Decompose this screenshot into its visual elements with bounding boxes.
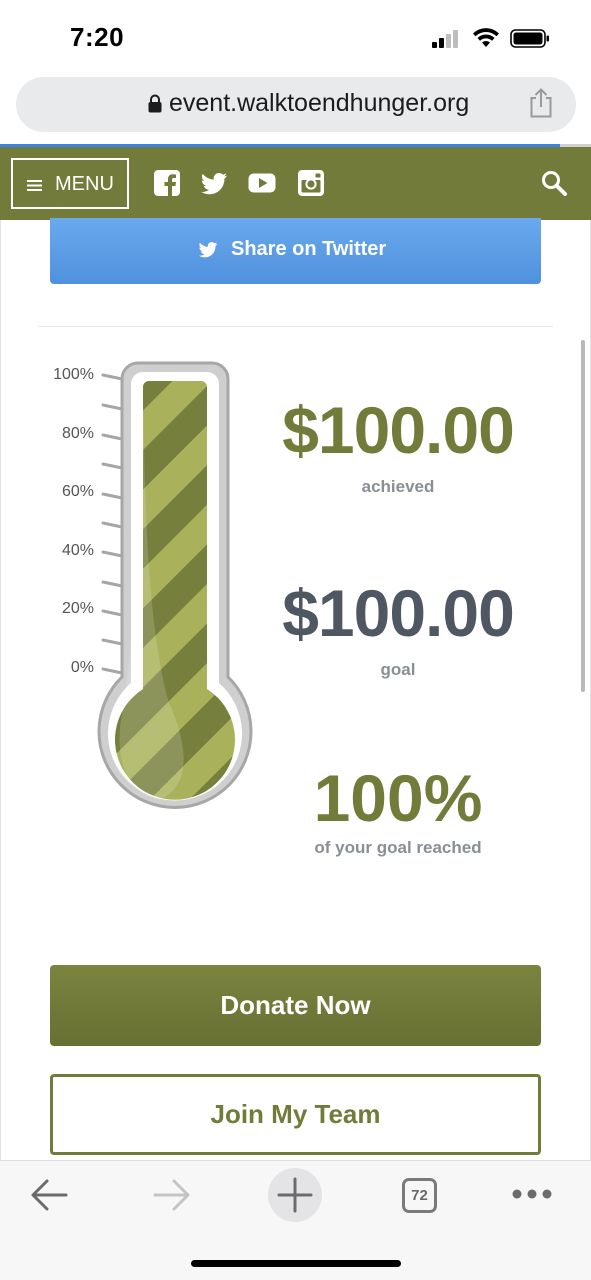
- share-on-twitter-label: Share on Twitter: [231, 238, 387, 260]
- twitter-bird-icon: [198, 242, 218, 258]
- tab-count-button[interactable]: 72: [402, 1178, 437, 1213]
- menu-button[interactable]: MENU: [11, 158, 129, 209]
- menu-label: MENU: [55, 173, 114, 195]
- goal-label: goal: [380, 660, 416, 679]
- site-header: MENU: [0, 147, 591, 220]
- cellular-signal-icon: [432, 30, 462, 48]
- wifi-icon: [473, 28, 499, 47]
- share-icon[interactable]: [528, 88, 554, 118]
- battery-icon: [510, 29, 549, 48]
- join-my-team-button[interactable]: Join My Team: [50, 1074, 541, 1155]
- url-text: event.walktoendhunger.org: [169, 89, 470, 117]
- youtube-icon[interactable]: [248, 169, 276, 197]
- scrollbar[interactable]: [581, 340, 585, 692]
- achieved-amount: $100.00: [282, 393, 515, 467]
- facebook-icon[interactable]: [153, 169, 181, 197]
- forward-arrow-icon[interactable]: [153, 1178, 191, 1212]
- lock-icon: [148, 94, 162, 113]
- goal-amount: $100.00: [282, 576, 515, 650]
- fundraising-thermometer: 100% 80% 60% 40% 20% 0%: [40, 355, 270, 825]
- hamburger-icon: [27, 180, 42, 191]
- address-bar[interactable]: event.walktoendhunger.org: [16, 77, 576, 132]
- share-on-twitter-button[interactable]: Share on Twitter: [50, 218, 541, 284]
- achieved-label: achieved: [361, 477, 435, 496]
- donate-now-button[interactable]: Donate Now: [50, 965, 541, 1046]
- instagram-icon[interactable]: [297, 169, 325, 197]
- goal-percent: 100%: [313, 761, 483, 835]
- status-time: 7:20: [70, 22, 125, 52]
- goal-percent-label: of your goal reached: [314, 838, 482, 857]
- twitter-icon[interactable]: [200, 169, 228, 197]
- thermometer-graphic: [97, 361, 253, 809]
- section-divider: [38, 326, 553, 327]
- new-tab-button[interactable]: [267, 1167, 323, 1223]
- back-arrow-icon[interactable]: [30, 1178, 68, 1212]
- more-options-icon[interactable]: [511, 1188, 553, 1200]
- search-icon[interactable]: [540, 169, 568, 197]
- home-indicator: [191, 1260, 401, 1267]
- status-bar: 7:20: [0, 0, 591, 76]
